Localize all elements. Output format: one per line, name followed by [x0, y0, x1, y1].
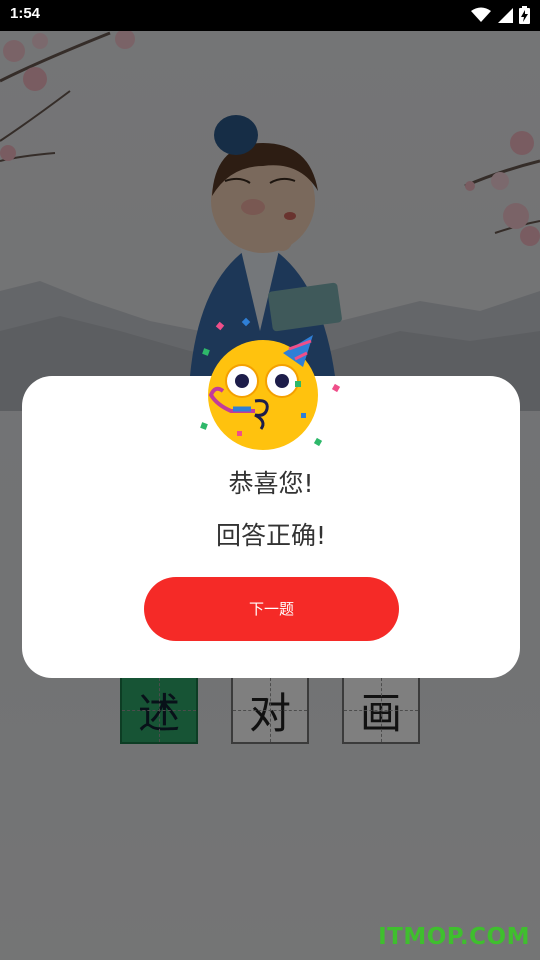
- status-bar: 1:54: [0, 0, 540, 31]
- dialog-title: 恭喜您!: [228, 469, 314, 498]
- party-face-icon: [200, 317, 341, 450]
- dialog-message: 回答正确!: [215, 521, 327, 550]
- battery-charging-icon: [519, 6, 530, 24]
- signal-icon: [498, 8, 513, 23]
- next-question-button[interactable]: 下一题: [144, 577, 399, 641]
- wifi-icon: [471, 7, 491, 22]
- status-icons: [471, 6, 530, 24]
- status-time: 1:54: [10, 5, 41, 22]
- watermark: ITMOP.COM: [378, 924, 530, 950]
